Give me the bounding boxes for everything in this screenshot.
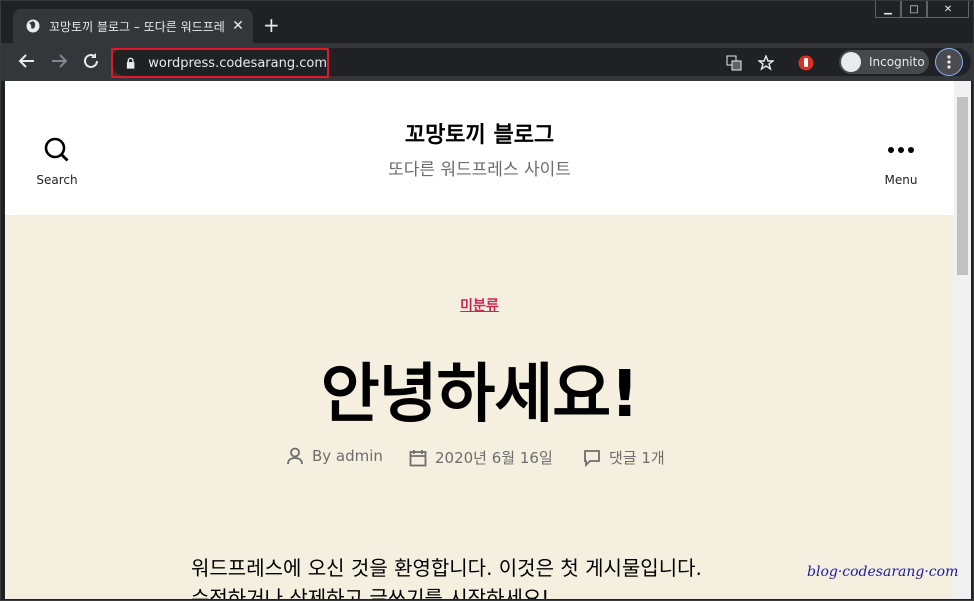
vertical-dots-icon: [947, 55, 951, 69]
user-icon: [287, 447, 303, 465]
content-line-1: 워드프레스에 오신 것을 환영합니다. 이것은 첫 게시물입니다.: [191, 556, 702, 580]
post-category: 미분류: [5, 295, 954, 315]
comment-icon: [584, 449, 600, 467]
calendar-icon: [409, 449, 427, 466]
address-bar[interactable]: wordpress.codesarang.com: [111, 48, 329, 78]
menu-label: Menu: [884, 173, 918, 187]
site-title[interactable]: 꼬망토끼 블로그: [5, 117, 954, 149]
incognito-label: Incognito: [869, 55, 925, 69]
post-comments: 댓글 1개: [583, 447, 665, 468]
post-author: By admin: [286, 447, 383, 465]
post-content: 워드프레스에 오신 것을 환영합니다. 이것은 첫 게시물입니다. 수정하거나 …: [191, 553, 811, 599]
lock-icon: [126, 57, 135, 69]
scrollbar-thumb[interactable]: [957, 97, 968, 275]
window-controls: ▁ □ ✕: [875, 1, 969, 18]
tab-strip: 꼬망토끼 블로그 – 또다른 워드프레스 ✕ + ▁ □ ✕: [1, 1, 973, 43]
browser-tab[interactable]: 꼬망토끼 블로그 – 또다른 워드프레스 ✕: [13, 9, 253, 43]
post-title[interactable]: 안녕하세요!: [5, 343, 954, 435]
forward-button[interactable]: [49, 52, 69, 72]
arrow-right-icon: [52, 54, 68, 68]
close-tab-icon[interactable]: ✕: [230, 18, 246, 34]
category-link[interactable]: 미분류: [460, 298, 499, 314]
arrow-left-icon: [18, 54, 34, 68]
more-dots-icon: [888, 147, 914, 153]
url-text: wordpress.codesarang.com: [148, 55, 327, 71]
author-link[interactable]: By admin: [312, 447, 383, 465]
globe-icon: [26, 19, 40, 33]
browser-menu-button[interactable]: [935, 48, 963, 76]
incognito-icon: [841, 52, 861, 72]
close-window-button[interactable]: ✕: [927, 1, 969, 18]
new-tab-button[interactable]: +: [263, 15, 280, 35]
web-page: Search 꼬망토끼 블로그 또다른 워드프레스 사이트 Menu 미분류 안…: [5, 81, 954, 599]
date-link[interactable]: 2020년 6월 16일: [435, 447, 553, 468]
watermark: blog·codesarang·com: [807, 564, 959, 580]
minimize-button[interactable]: ▁: [875, 1, 901, 18]
site-header: Search 꼬망토끼 블로그 또다른 워드프레스 사이트 Menu: [5, 81, 954, 215]
menu-toggle[interactable]: Menu: [871, 137, 931, 187]
translate-icon[interactable]: [726, 55, 742, 71]
bookmark-star-icon[interactable]: [758, 55, 774, 71]
post-date: 2020년 6월 16일: [409, 447, 553, 468]
page-scrollbar[interactable]: [954, 81, 971, 599]
site-description: 또다른 워드프레스 사이트: [388, 160, 571, 180]
back-button[interactable]: [17, 52, 37, 72]
browser-window: 꼬망토끼 블로그 – 또다른 워드프레스 ✕ + ▁ □ ✕ wordpress…: [0, 0, 974, 601]
reload-button[interactable]: [81, 52, 101, 72]
tab-title: 꼬망토끼 블로그 – 또다른 워드프레스: [49, 19, 224, 34]
extension-hand-icon[interactable]: [798, 55, 814, 71]
maximize-button[interactable]: □: [901, 1, 927, 18]
comments-link[interactable]: 댓글 1개: [609, 447, 665, 468]
content-line-2: 수정하거나 삭제하고 글쓰기를 시작하세요!: [191, 586, 550, 599]
toolbar: wordpress.codesarang.com Incognito: [1, 43, 973, 81]
reload-icon: [84, 53, 98, 68]
incognito-badge[interactable]: Incognito: [839, 50, 929, 74]
